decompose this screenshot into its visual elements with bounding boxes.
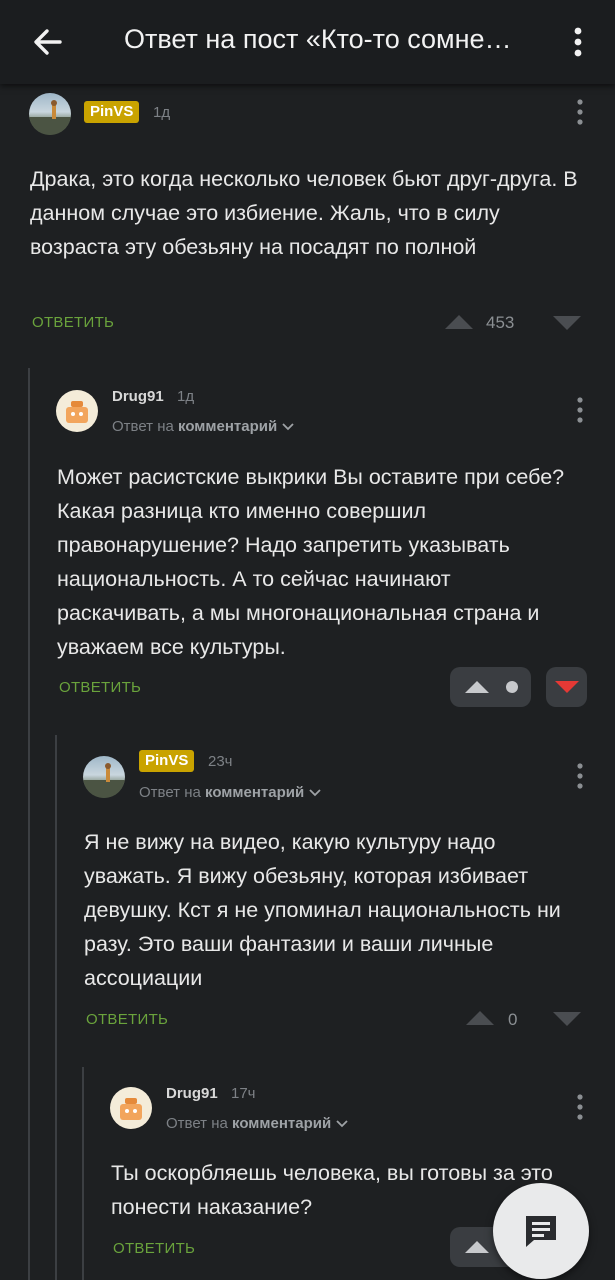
downvote-icon: [555, 681, 579, 693]
comment-icon: [526, 1216, 556, 1247]
reply-button[interactable]: ОТВЕТИТЬ: [86, 1011, 168, 1028]
username[interactable]: Drug91: [166, 1085, 218, 1102]
upvote-icon[interactable]: [444, 314, 474, 330]
downvote-icon[interactable]: [552, 315, 582, 331]
comment-text: Может расистские выкрики Вы оставите при…: [57, 465, 565, 659]
app-bar: Ответ на пост «Кто-то сомне…: [0, 0, 615, 84]
author-badge[interactable]: PinVS: [84, 101, 140, 123]
more-vertical-icon[interactable]: [566, 22, 590, 62]
more-vertical-icon[interactable]: [570, 1092, 590, 1122]
author-badge[interactable]: PinVS: [139, 750, 195, 772]
thread-line: [28, 368, 30, 1280]
chevron-down-icon: [282, 423, 295, 431]
reply-to-target: комментарий: [178, 418, 278, 435]
reply-to-target: комментарий: [205, 784, 305, 801]
more-vertical-icon[interactable]: [570, 97, 590, 127]
comment-time: 23ч: [208, 753, 233, 770]
reply-to-prefix: Ответ на: [166, 1115, 228, 1132]
upvote-button[interactable]: [450, 667, 531, 707]
reply-button[interactable]: ОТВЕТИТЬ: [32, 314, 114, 331]
chevron-down-icon: [309, 789, 322, 797]
new-comment-button[interactable]: [493, 1183, 589, 1279]
arrow-left-icon[interactable]: [28, 22, 68, 62]
comment-text: Я не вижу на видео, какую культуру надо …: [84, 830, 561, 990]
downvote-icon[interactable]: [552, 1011, 582, 1027]
reply-button[interactable]: ОТВЕТИТЬ: [113, 1240, 195, 1257]
more-vertical-icon[interactable]: [570, 761, 590, 791]
comment-text: Ты оскорбляешь человека, вы готовы за эт…: [111, 1161, 553, 1219]
thread-line: [82, 1067, 84, 1280]
page-title: Ответ на пост «Кто-то сомне…: [124, 24, 512, 54]
reply-to-prefix: Ответ на: [139, 784, 201, 801]
vote-score: 453: [486, 313, 515, 332]
vote-score: 0: [508, 1010, 518, 1029]
upvote-icon: [465, 1241, 489, 1253]
upvote-icon[interactable]: [465, 1010, 495, 1026]
vote-dot: [506, 681, 518, 693]
thread-line: [55, 735, 57, 1280]
reply-to[interactable]: Ответ на комментарий: [139, 784, 322, 801]
chevron-down-icon: [336, 1120, 349, 1128]
comment-time: 1д: [177, 388, 195, 405]
comment-time: 1д: [153, 104, 171, 121]
avatar[interactable]: [110, 1087, 152, 1129]
more-vertical-icon[interactable]: [570, 395, 590, 425]
comment-time: 17ч: [231, 1085, 256, 1102]
reply-to-target: комментарий: [232, 1115, 332, 1132]
avatar[interactable]: [83, 756, 125, 798]
avatar[interactable]: [29, 93, 71, 135]
upvote-icon: [465, 681, 489, 693]
reply-to-prefix: Ответ на: [112, 418, 174, 435]
reply-to[interactable]: Ответ на комментарий: [166, 1115, 349, 1132]
username[interactable]: Drug91: [112, 388, 164, 405]
reply-button[interactable]: ОТВЕТИТЬ: [59, 679, 141, 696]
downvote-button[interactable]: [546, 667, 587, 707]
reply-to[interactable]: Ответ на комментарий: [112, 418, 295, 435]
avatar[interactable]: [56, 390, 98, 432]
comment-text: Драка, это когда несколько человек бьют …: [30, 167, 578, 259]
